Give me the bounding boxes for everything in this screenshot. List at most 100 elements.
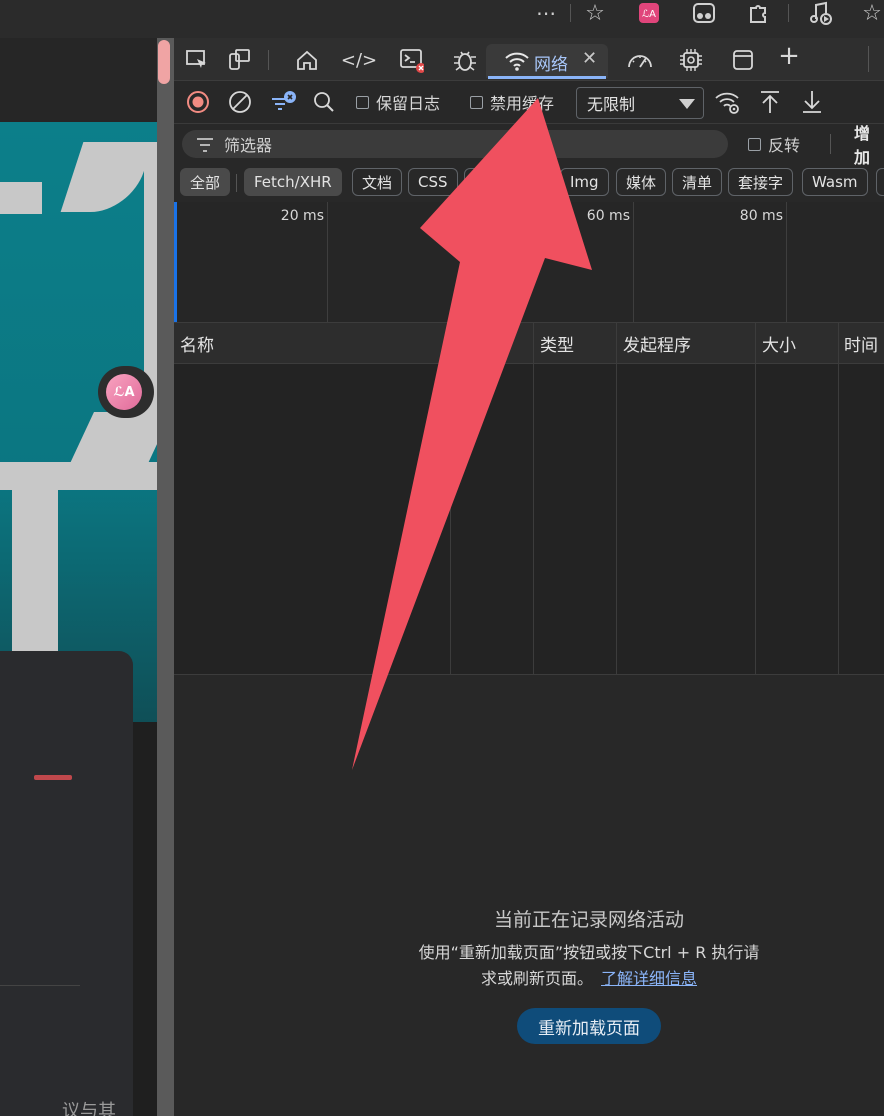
network-conditions-icon[interactable]	[714, 81, 742, 123]
toolbar-divider	[570, 4, 571, 22]
reload-page-button[interactable]: 重新加载页面	[517, 1008, 661, 1044]
tab-network[interactable]: 网络 ✕	[486, 44, 608, 78]
network-toolbar: 保留日志 禁用缓存 无限制	[174, 81, 884, 124]
column-divider	[533, 323, 534, 674]
hero-shape	[60, 142, 154, 212]
request-table-body	[174, 364, 884, 675]
chip-css[interactable]: CSS	[408, 168, 458, 196]
chip-fetch-xhr[interactable]: Fetch/XHR	[244, 168, 342, 196]
timeline-gridline	[327, 202, 328, 322]
extensions-icon[interactable]	[744, 0, 772, 26]
filter-toggle-icon[interactable]	[270, 81, 298, 123]
column-time[interactable]: 时间	[838, 323, 884, 363]
network-timeline-overview[interactable]: 20 ms 40 ms 60 ms 80 ms	[174, 202, 884, 323]
favorites-bar-icon[interactable]: ☆	[858, 0, 884, 26]
inspect-icon[interactable]	[184, 47, 210, 73]
throttling-select[interactable]: 无限制	[576, 87, 704, 119]
chip-wasm[interactable]: Wasm	[802, 168, 868, 196]
preserve-log-checkbox[interactable]: 保留日志	[356, 81, 440, 123]
elements-icon[interactable]: </>	[341, 47, 377, 73]
chip-doc[interactable]: 文档	[352, 168, 403, 196]
reader-icon[interactable]	[690, 0, 718, 26]
timeline-gridline	[480, 202, 481, 322]
page-card: 议与其	[0, 651, 133, 1116]
request-table-header: 名称 状态 类型 发起程序 大小 时间	[174, 323, 884, 364]
checkbox-box[interactable]	[470, 95, 483, 109]
more-icon[interactable]: ⋯	[532, 0, 560, 26]
chip-font[interactable]: 字体	[508, 168, 559, 196]
browser-toolbar: ⋯ ☆ ℒA ☆	[0, 0, 884, 38]
chip-divider	[236, 174, 237, 192]
sources-debug-icon[interactable]	[452, 47, 478, 73]
card-divider	[0, 985, 80, 986]
search-icon[interactable]	[312, 81, 336, 123]
page-hero-image	[0, 122, 158, 722]
throttling-value: 无限制	[587, 95, 636, 114]
favorite-icon[interactable]: ☆	[580, 0, 610, 26]
column-name[interactable]: 名称	[174, 323, 450, 363]
column-status[interactable]: 状态	[450, 323, 534, 363]
devtools-tab-bar: </> 网络 ✕ +	[174, 38, 884, 81]
console-icon[interactable]	[398, 47, 424, 73]
disable-cache-checkbox[interactable]: 禁用缓存	[470, 81, 554, 123]
application-icon[interactable]	[730, 47, 756, 73]
hero-shape	[0, 462, 158, 490]
filter-row: 筛选器 反转 增加	[174, 124, 884, 167]
resource-type-filters: 全部 Fetch/XHR 文档 CSS JS 字体 Img 媒体 清单 套接字 …	[174, 166, 884, 202]
more-filters-label[interactable]: 增加	[854, 124, 884, 167]
record-icon[interactable]	[186, 81, 210, 123]
chip-media[interactable]: 媒体	[616, 168, 667, 196]
performance-icon[interactable]	[626, 47, 652, 73]
timeline-gridline	[786, 202, 787, 322]
timeline-start-marker	[174, 202, 177, 322]
invert-checkbox[interactable]: 反转	[748, 130, 800, 158]
translate-icon: ℒA	[106, 374, 142, 410]
timeline-tick-label: 40 ms	[433, 208, 477, 224]
chip-other[interactable]: 其他	[876, 168, 884, 196]
chip-js[interactable]: JS	[464, 168, 498, 196]
column-size[interactable]: 大小	[756, 323, 838, 363]
chip-socket[interactable]: 套接字	[728, 168, 794, 196]
export-har-icon[interactable]	[800, 81, 824, 123]
tab-network-label: 网络	[534, 55, 568, 75]
floating-translate-button[interactable]: ℒA	[98, 366, 154, 418]
hero-shape	[0, 182, 42, 214]
svg-text:ℒA: ℒA	[642, 9, 656, 20]
add-tool-icon[interactable]: +	[776, 41, 802, 71]
column-type[interactable]: 类型	[534, 323, 617, 363]
chip-manifest[interactable]: 清单	[672, 168, 723, 196]
media-icon[interactable]	[806, 0, 834, 26]
card-accent-bar	[34, 775, 72, 780]
filter-input[interactable]: 筛选器	[182, 130, 728, 158]
page-scrollbar[interactable]	[157, 38, 174, 1116]
chip-all[interactable]: 全部	[180, 168, 231, 196]
tab-divider	[868, 46, 869, 72]
chip-img[interactable]: Img	[560, 168, 609, 196]
timeline-tick-label: 20 ms	[280, 208, 324, 224]
column-divider	[616, 323, 617, 674]
import-har-icon[interactable]	[758, 81, 782, 123]
column-divider	[755, 323, 756, 674]
checkbox-box[interactable]	[748, 137, 761, 151]
web-page-viewport: 议与其	[0, 38, 158, 1116]
learn-more-link[interactable]: 了解详细信息	[601, 969, 697, 988]
device-emulation-icon[interactable]	[226, 47, 252, 73]
clear-icon[interactable]	[228, 81, 252, 123]
page-scrollbar-thumb[interactable]	[158, 40, 170, 84]
tab-divider	[268, 50, 269, 70]
preserve-log-label: 保留日志	[376, 94, 441, 113]
welcome-home-icon[interactable]	[294, 47, 320, 73]
column-divider	[838, 323, 839, 674]
memory-icon[interactable]	[678, 47, 704, 73]
filter-divider	[830, 134, 831, 154]
column-initiator[interactable]: 发起程序	[617, 323, 756, 363]
page-header-area	[0, 38, 158, 122]
close-icon[interactable]: ✕	[582, 48, 597, 69]
devtools-panel: </> 网络 ✕ + 保留日志 禁用缓存 无限制 筛选器 反转 增加 全部 Fe…	[174, 38, 884, 1116]
checkbox-box[interactable]	[356, 95, 369, 109]
filter-icon	[196, 137, 214, 157]
column-divider	[450, 323, 451, 674]
empty-state: 当前正在记录网络活动 使用“重新加载页面”按钮或按下Ctrl + R 执行请 求…	[174, 675, 884, 1116]
empty-state-description-line2: 求或刷新页面。 了解详细信息	[174, 965, 884, 989]
translate-extension-icon[interactable]: ℒA	[636, 0, 662, 26]
